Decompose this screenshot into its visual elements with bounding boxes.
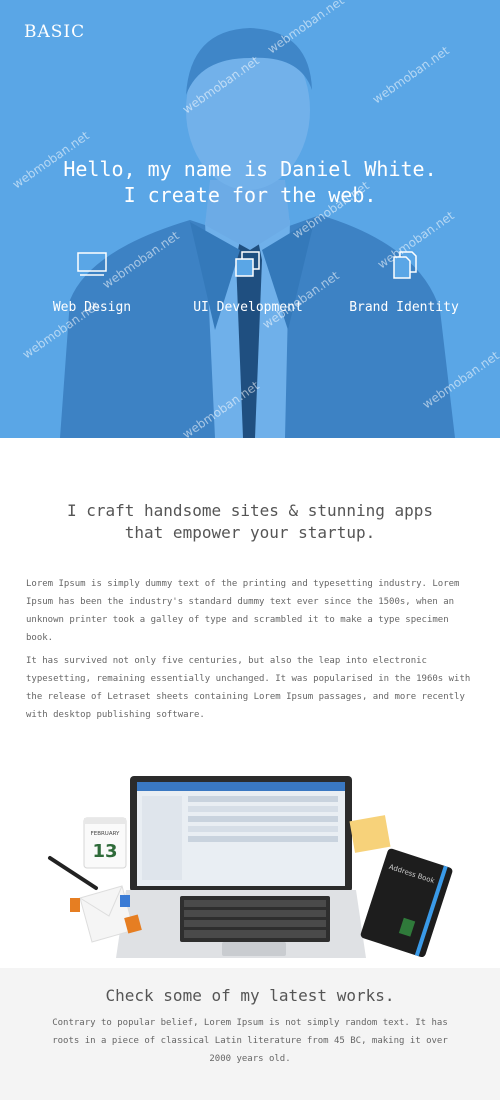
works-section: Check some of my latest works. Contrary …: [0, 968, 500, 1100]
site-logo[interactable]: BASIC: [24, 22, 85, 42]
services-list: Web Design UI Development Brand Identity: [0, 250, 500, 320]
calendar-month: FEBRUARY: [91, 831, 120, 837]
works-title: Check some of my latest works.: [105, 986, 395, 1005]
hero-name: Daniel White.: [280, 157, 437, 181]
intro-heading-line2: that empower your startup.: [124, 523, 376, 542]
monitor-icon: [77, 252, 107, 276]
service-label: Brand Identity: [349, 300, 459, 315]
works-description: Contrary to popular belief, Lorem Ipsum …: [52, 1018, 448, 1064]
hero-title: Hello, my name is Daniel White. I create…: [0, 156, 500, 208]
intro-paragraph-2: It has survived not only five centuries,…: [26, 656, 471, 720]
hero-greeting: Hello, my name is: [63, 157, 281, 181]
hero-section: BASIC Hello, my name is Daniel White. I …: [0, 0, 500, 438]
copy-squares-icon: [235, 251, 260, 277]
desk-illustration: FEBRUARY 13 Address Book: [40, 770, 480, 965]
calendar-day: 13: [92, 841, 117, 862]
intro-heading: I craft handsome sites & stunning apps t…: [0, 500, 500, 544]
intro-heading-line1: I craft handsome sites & stunning apps: [66, 501, 434, 520]
intro-paragraph-1: Lorem Ipsum is simply dummy text of the …: [26, 579, 460, 643]
service-brand-identity[interactable]: Brand Identity: [334, 250, 474, 315]
